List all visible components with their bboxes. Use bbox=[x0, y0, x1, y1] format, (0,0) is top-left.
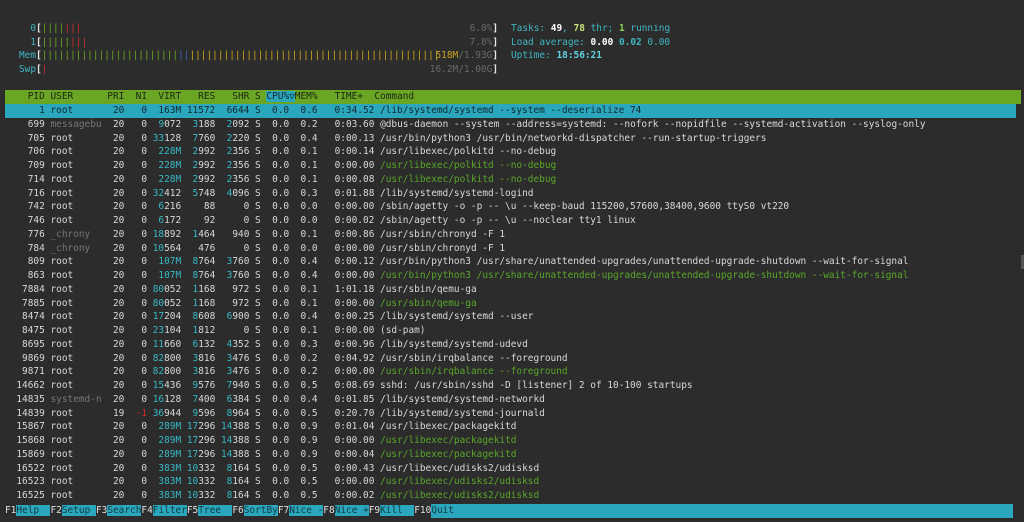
mem-total: /1.93G bbox=[458, 50, 493, 61]
process-row[interactable]: 809 root 20 0 107M 8764 3760 S 0.0 0.4 0… bbox=[5, 255, 909, 269]
function-key-bar: F1Help F2Setup F3Search F4Filter F5Tree F6… bbox=[5, 504, 1016, 518]
process-row[interactable]: 14662 root 20 0 15436 9576 7940 S 0.0 0.… bbox=[5, 379, 692, 393]
cpu1-label: 1 bbox=[30, 36, 36, 48]
cpu0-value: 6.0% bbox=[469, 23, 493, 34]
process-row[interactable]: 8474 root 20 0 17204 8608 6900 S 0.0 0.4… bbox=[5, 310, 533, 324]
process-row[interactable]: 742 root 20 0 6216 88 0 S 0.0 0.0 0:00.0… bbox=[5, 200, 789, 214]
meter-segment: ||| bbox=[64, 23, 82, 34]
fkey-f2[interactable]: F2Setup bbox=[50, 504, 96, 518]
meter-segment: || bbox=[178, 50, 190, 61]
fkey-f4[interactable]: F4Filter bbox=[141, 504, 187, 518]
mem-label: Mem bbox=[18, 50, 36, 61]
fkey-f9[interactable]: F9Kill bbox=[369, 504, 415, 518]
process-row[interactable]: 776 _chrony 20 0 18892 1464 940 S 0.0 0.… bbox=[5, 228, 505, 242]
cpu0-label: 0 bbox=[30, 23, 36, 34]
fkey-f7[interactable]: F7Nice - bbox=[278, 504, 324, 518]
process-row[interactable]: 16523 root 20 0 383M 10332 8164 S 0.0 0.… bbox=[5, 475, 539, 489]
fkey-f3[interactable]: F3Search bbox=[96, 504, 142, 518]
meter-segment: ||||||||||||||||||||||||||||||||||||||||… bbox=[189, 50, 440, 61]
meter-segment: ||||| bbox=[41, 36, 71, 48]
sort-column-cpu[interactable]: CPU%▽ bbox=[266, 91, 295, 102]
swap-label: Swp bbox=[18, 63, 36, 75]
process-row[interactable]: 716 root 20 0 32412 5748 4096 S 0.0 0.3 … bbox=[5, 187, 534, 201]
meter-segment: | bbox=[41, 63, 48, 75]
process-row[interactable]: 7884 root 20 0 80052 1168 972 S 0.0 0.1 … bbox=[5, 283, 477, 297]
process-row[interactable]: 1 root 20 0 163M 11572 6644 S 0.0 0.6 0:… bbox=[5, 104, 1016, 118]
threads-count: 78 bbox=[573, 23, 585, 34]
process-row[interactable]: 8475 root 20 0 23104 1812 0 S 0.0 0.1 0:… bbox=[5, 324, 425, 338]
swap-value: 16.2M/1.00G bbox=[429, 63, 493, 75]
process-row[interactable]: 15868 root 20 0 289M 17296 14388 S 0.0 0… bbox=[5, 434, 516, 448]
process-row[interactable]: 16525 root 20 0 383M 10332 8164 S 0.0 0.… bbox=[5, 489, 539, 503]
swap-bar: | 16.2M/1.00G bbox=[42, 63, 493, 76]
mem-used: 518M bbox=[435, 50, 459, 61]
process-row[interactable]: 15869 root 20 0 289M 17296 14388 S 0.0 0… bbox=[5, 448, 516, 462]
process-row[interactable]: 15867 root 20 0 289M 17296 14388 S 0.0 0… bbox=[5, 420, 516, 434]
process-row[interactable]: 9871 root 20 0 82800 3816 3476 S 0.0 0.2… bbox=[5, 365, 568, 379]
process-row[interactable]: 706 root 20 0 228M 2992 2356 S 0.0 0.1 0… bbox=[5, 145, 556, 159]
mem-bar: ||||||||||||||||||||||||||||||||||||||||… bbox=[42, 49, 493, 62]
process-row[interactable]: 709 root 20 0 228M 2992 2356 S 0.0 0.1 0… bbox=[5, 159, 556, 173]
meter-segment: |||| bbox=[41, 23, 65, 34]
process-row[interactable]: 705 root 20 0 33128 7760 2220 S 0.0 0.4 … bbox=[5, 132, 767, 146]
load-average: Load average: 0.00 0.02 0.00 bbox=[511, 36, 671, 48]
process-row[interactable]: 784 _chrony 20 0 10564 476 0 S 0.0 0.0 0… bbox=[5, 242, 505, 256]
process-row[interactable]: 16522 root 20 0 383M 10332 8164 S 0.0 0.… bbox=[5, 462, 539, 476]
uptime: Uptime: 18:56:21 bbox=[511, 50, 602, 61]
fkey-f5[interactable]: F5Tree bbox=[187, 504, 233, 518]
meter-segment: ||| bbox=[70, 36, 88, 48]
cpu0-meter: 0[||||||| 6.0%] bbox=[8, 22, 498, 35]
cpu1-bar: |||||||| 7.8% bbox=[42, 36, 493, 49]
fkey-f10[interactable]: F10Quit bbox=[414, 504, 1016, 518]
meter-segment: |||||||||||||||||||||||| bbox=[41, 50, 179, 61]
process-row[interactable]: 14835 systemd-n 20 0 16128 7400 6384 S 0… bbox=[5, 393, 545, 407]
tasks-count: 49 bbox=[550, 23, 563, 34]
column-header: PID USER PRI NI VIRT RES SHR S CPU%▽MEM%… bbox=[5, 90, 1021, 104]
cpu1-meter: 1[|||||||| 7.8%] bbox=[8, 36, 498, 49]
fkey-f6[interactable]: F6SortBy bbox=[232, 504, 278, 518]
process-row[interactable]: 699 messagebu 20 0 9072 3188 2092 S 0.0 … bbox=[5, 118, 926, 132]
process-row[interactable]: 7885 root 20 0 80052 1168 972 S 0.0 0.1 … bbox=[5, 297, 477, 311]
tasks-meter: Tasks: 49, 78 thr; 1 running bbox=[511, 23, 671, 34]
process-row[interactable]: 9869 root 20 0 82800 3816 3476 S 0.0 0.2… bbox=[5, 352, 568, 366]
process-row[interactable]: 8695 root 20 0 11660 6132 4352 S 0.0 0.3… bbox=[5, 338, 528, 352]
process-row[interactable]: 714 root 20 0 228M 2992 2356 S 0.0 0.1 0… bbox=[5, 173, 556, 187]
process-row[interactable]: 746 root 20 0 6172 92 0 S 0.0 0.0 0:00.0… bbox=[5, 214, 636, 228]
process-row[interactable]: 863 root 20 0 107M 8764 3760 S 0.0 0.4 0… bbox=[5, 269, 909, 283]
cpu1-value: 7.8% bbox=[469, 36, 493, 48]
swap-meter: Swp[| 16.2M/1.00G] bbox=[8, 63, 498, 76]
process-row[interactable]: 14839 root 19 -1 36944 9596 8964 S 0.0 0… bbox=[5, 407, 545, 421]
fkey-f1[interactable]: F1Help bbox=[5, 504, 51, 518]
mem-meter: Mem[||||||||||||||||||||||||||||||||||||… bbox=[8, 49, 498, 62]
fkey-f8[interactable]: F8Nice + bbox=[323, 504, 369, 518]
cpu0-bar: ||||||| 6.0% bbox=[42, 22, 493, 35]
